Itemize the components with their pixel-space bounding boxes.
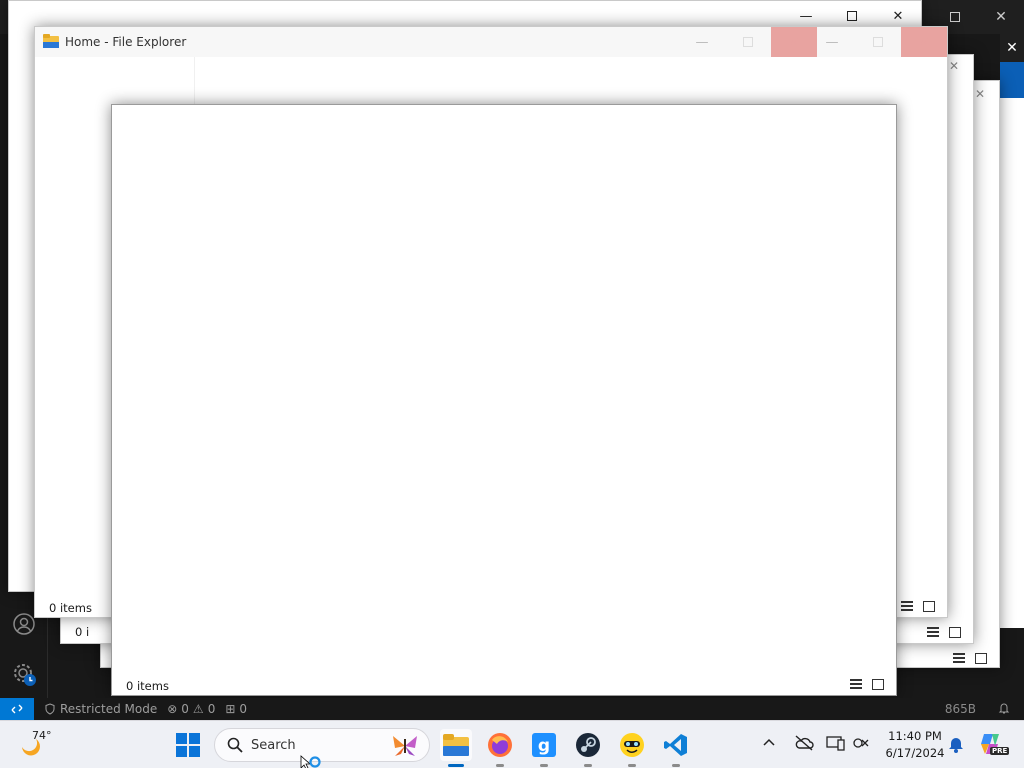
vscode-close-button[interactable]: ✕: [978, 0, 1024, 34]
network-disconnected-icon[interactable]: [852, 735, 870, 754]
folder-icon: [443, 734, 469, 756]
restricted-mode-label: Restricted Mode: [60, 702, 158, 716]
close-icon[interactable]: ✕: [975, 87, 985, 101]
manage-gear-icon[interactable]: [10, 660, 38, 688]
svg-text:g: g: [538, 736, 550, 756]
status-item-count: 0 i: [75, 625, 90, 639]
window-title: Home - File Explorer: [65, 35, 187, 49]
taskbar-steam[interactable]: [572, 729, 604, 767]
clock[interactable]: 11:40 PM 6/17/2024: [880, 729, 950, 760]
error-count: 0: [181, 702, 189, 716]
firefox-icon: [488, 733, 512, 757]
search-placeholder: Search: [251, 738, 296, 753]
windows-logo-icon: [176, 733, 200, 757]
ports-icon: ⊞: [225, 702, 236, 716]
details-view-icon[interactable]: [850, 679, 862, 689]
problems-button[interactable]: ⊗ 0 ⚠ 0: [167, 702, 215, 716]
tiles-view-icon[interactable]: [949, 627, 961, 638]
start-button[interactable]: [172, 729, 204, 761]
shield-icon: [45, 703, 55, 715]
taskbar-search-box[interactable]: Search: [214, 728, 430, 762]
warning-icon: ⚠: [192, 702, 204, 716]
display-icon[interactable]: [826, 735, 846, 754]
tiles-view-icon[interactable]: [975, 653, 987, 664]
mouse-cursor-busy-icon: [300, 755, 321, 768]
vscode-icon: [664, 734, 687, 756]
explorer-window-front[interactable]: 0 items: [111, 104, 897, 696]
notification-close-icon[interactable]: ✕: [1000, 34, 1024, 62]
status-item-count: 0 items: [126, 679, 169, 693]
notifications-bell-icon[interactable]: [998, 702, 1010, 717]
ports-count: 0: [239, 702, 248, 716]
status-item-count: 0 items: [49, 601, 92, 615]
steam-icon: [576, 733, 600, 757]
ports-button[interactable]: ⊞ 0: [225, 702, 247, 716]
file-size: 865B: [944, 702, 976, 716]
remote-indicator-button[interactable]: [0, 698, 34, 720]
editor-accent-strip: [1000, 62, 1024, 98]
minimize-button-2[interactable]: —: [809, 27, 855, 57]
maximize-button-2[interactable]: [855, 27, 901, 57]
vscode-statusbar: Restricted Mode ⊗ 0 ⚠ 0 ⊞ 0 865B: [0, 698, 1024, 720]
notification-bell-icon[interactable]: [948, 735, 964, 756]
pet-app-icon: [620, 733, 644, 757]
error-icon: ⊗: [167, 702, 178, 716]
details-view-icon[interactable]: [953, 653, 965, 663]
file-explorer-icon: [43, 34, 59, 51]
details-view-icon[interactable]: [901, 601, 913, 611]
taskbar-garrysmod[interactable]: g: [528, 729, 560, 767]
clock-time: 11:40 PM: [888, 729, 942, 743]
copilot-button[interactable]: PRE: [978, 731, 1010, 759]
taskbar-firefox[interactable]: [484, 729, 516, 767]
maximize-button[interactable]: [725, 27, 771, 57]
tiles-view-icon[interactable]: [923, 601, 935, 612]
copilot-preview-badge: PRE: [990, 747, 1010, 755]
taskbar-file-explorer[interactable]: [440, 729, 472, 767]
details-view-icon[interactable]: [927, 627, 939, 637]
restricted-mode-button[interactable]: Restricted Mode: [44, 702, 157, 716]
onedrive-offline-icon[interactable]: [794, 735, 814, 754]
weather-widget[interactable]: 74°: [16, 729, 76, 761]
warning-count: 0: [207, 702, 216, 716]
minimize-button[interactable]: —: [679, 27, 725, 57]
search-icon: [227, 737, 243, 753]
editor-area: [1000, 98, 1024, 628]
clock-date: 6/17/2024: [885, 746, 945, 760]
show-hidden-icons-chevron-icon[interactable]: [762, 735, 776, 752]
tiles-view-icon[interactable]: [872, 679, 884, 690]
taskbar-desktop-pet[interactable]: [616, 729, 648, 767]
taskbar: 74° Search g 11:40 PM 6/17/2024 PRE: [0, 720, 1024, 768]
gmod-icon: g: [532, 733, 556, 757]
butterfly-search-highlight-icon: [393, 736, 417, 756]
taskbar-vscode[interactable]: [660, 729, 692, 767]
close-button-2[interactable]: ✕: [901, 27, 947, 57]
weather-temp: 74°: [32, 729, 52, 742]
close-icon[interactable]: ✕: [949, 59, 959, 73]
